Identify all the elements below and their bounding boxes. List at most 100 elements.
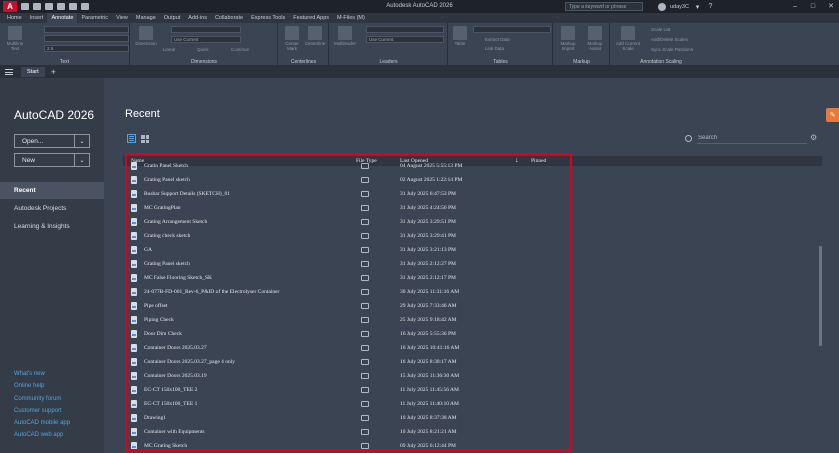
file-row[interactable]: MC Grating Sketch 09 July 2025 6:12:44 PM (123, 439, 822, 453)
ribbon-tab-featured-apps[interactable]: Featured Apps (289, 13, 333, 23)
text-height-select[interactable]: 2.5 (44, 45, 129, 52)
file-row[interactable]: GA 31 July 2025 3:21:13 PM (123, 243, 822, 257)
ribbon-tab-parametric[interactable]: Parametric (77, 13, 112, 23)
file-name[interactable]: Grating Arrangement Sketch (144, 215, 207, 229)
ribbon-tab-m-files-m[interactable]: M-Files (M) (333, 13, 369, 23)
new-tab-plus-icon[interactable]: + (51, 67, 56, 77)
community-forum-link[interactable]: Community forum (14, 393, 70, 405)
continue-button[interactable]: Continue (231, 47, 249, 52)
ribbon-tab-annotate[interactable]: Annotate (47, 13, 78, 23)
leaders-panel-label[interactable]: Leaders (330, 59, 447, 65)
file-row[interactable]: Pipe offset 29 July 2025 7:33:46 AM (123, 299, 822, 313)
file-name[interactable]: Door Dim Check (144, 327, 182, 341)
file-row[interactable]: Door Dim Check 16 July 2025 5:55:36 PM (123, 327, 822, 341)
maximize-icon[interactable]: □ (808, 1, 818, 11)
recent-search-input[interactable] (697, 133, 807, 144)
linear-button[interactable]: Linear (163, 47, 176, 52)
file-row[interactable]: MC False Flooring Sketch_SK 31 July 2025 … (123, 271, 822, 285)
sidebar-item-learning-insights[interactable]: Learning & Insights (0, 218, 104, 235)
user-icon[interactable] (658, 2, 666, 11)
file-name[interactable]: Container with Equipments (144, 425, 205, 439)
file-row[interactable]: Container Doors 2025.03.19 15 July 2025 1… (123, 369, 822, 383)
file-row[interactable]: Grating Arrangement Sketch 31 July 2025 3… (123, 215, 822, 229)
file-name[interactable]: MC GratingPlan (144, 201, 181, 215)
ribbon-tab-insert[interactable]: Insert (26, 13, 48, 23)
file-name[interactable]: Grating Panel sketch (144, 257, 190, 271)
hamburger-menu-icon[interactable] (3, 67, 15, 77)
dimension-button[interactable]: Dimension (133, 26, 159, 46)
multiline-text-button[interactable]: Multiline Text (4, 26, 26, 51)
annotation-scaling-panel-label[interactable]: Annotation Scaling (611, 59, 711, 65)
file-name[interactable]: Pipe offset (144, 299, 168, 313)
ribbon-tab-express-tools[interactable]: Express Tools (247, 13, 289, 23)
mleader-layer-select[interactable]: Use Current (366, 36, 444, 43)
new-button[interactable]: New (15, 154, 74, 166)
scrollbar-thumb[interactable] (819, 246, 822, 346)
file-row[interactable]: Grating Panel sketch 02 August 2025 1:22:… (123, 173, 822, 187)
list-view-icon[interactable] (127, 134, 136, 143)
file-row[interactable]: Grating Panel sketch 31 July 2025 2:12:27… (123, 257, 822, 271)
file-row[interactable]: 24-077B-FD-001_Rev-6_P&ID of the Electro… (123, 285, 822, 299)
centerlines-panel-label[interactable]: Centerlines (279, 59, 328, 65)
user-name[interactable]: uday3C (670, 4, 689, 10)
file-name[interactable]: Drawing1 (144, 411, 166, 425)
file-row[interactable]: Busbar Support Details (SKETCH)_01 31 Jul… (123, 187, 822, 201)
file-name[interactable]: Piping Check (144, 313, 174, 327)
save-as-icon[interactable] (57, 3, 65, 10)
cart-icon[interactable]: ▾ (693, 2, 702, 11)
extract-data-button[interactable]: Extract Data (485, 37, 510, 42)
ribbon-tab-output[interactable]: Output (160, 13, 185, 23)
ribbon-tab-home[interactable]: Home (3, 13, 26, 23)
sidebar-item-autodesk-projects[interactable]: Autodesk Projects (0, 200, 104, 217)
dim-layer-select[interactable]: Use Current (171, 36, 241, 43)
minimize-icon[interactable]: – (790, 1, 800, 11)
tab-start[interactable]: Start (21, 67, 45, 77)
quick-button[interactable]: Quick (197, 47, 209, 52)
file-row[interactable]: Container Doors 2025.03.27 16 July 2025 1… (123, 341, 822, 355)
table-button[interactable]: Table (451, 26, 469, 46)
file-row[interactable]: Gratin Panel Sketch 04 August 2025 5:55:1… (123, 159, 822, 173)
multileader-button[interactable]: Multileader (333, 26, 357, 46)
text-style-select[interactable] (44, 26, 129, 33)
file-name[interactable]: 24-077B-FD-001_Rev-6_P&ID of the Electro… (144, 285, 279, 299)
markup-panel-label[interactable]: Markup (554, 59, 609, 65)
mleader-style-select[interactable] (366, 26, 444, 33)
file-row[interactable]: Drawing1 10 July 2025 8:37:38 AM (123, 411, 822, 425)
file-name[interactable]: Container Doors 2025.03.27 (144, 341, 207, 355)
add-delete-scales-button[interactable]: Add/Delete Scales (651, 37, 688, 42)
tables-panel-label[interactable]: Tables (449, 59, 552, 65)
text-font-select[interactable] (44, 35, 129, 42)
print-icon[interactable] (69, 3, 77, 10)
ribbon-tab-collaborate[interactable]: Collaborate (211, 13, 247, 23)
new-file-icon[interactable] (21, 3, 29, 10)
centerline-button[interactable]: Centerline (304, 26, 326, 46)
help-icon[interactable]: ? (706, 2, 715, 11)
open-chevron-down-icon[interactable]: ⌄ (74, 135, 89, 147)
file-row[interactable]: Container Doors 2025.03.27_page 4 only 16… (123, 355, 822, 369)
file-name[interactable]: Grating check sketch (144, 229, 190, 243)
side-panel-toggle-icon[interactable]: ✎ (826, 108, 839, 122)
save-icon[interactable] (45, 3, 53, 10)
table-style-select[interactable] (473, 26, 551, 33)
mobile-app-link[interactable]: AutoCAD mobile app (14, 417, 70, 429)
file-name[interactable]: Gratin Panel Sketch (144, 159, 188, 173)
file-name[interactable]: MC Grating Sketch (144, 439, 187, 453)
dim-style-select[interactable] (171, 26, 241, 33)
center-mark-button[interactable]: Center Mark (282, 26, 302, 51)
file-row[interactable]: Container with Equipments 10 July 2025 8:… (123, 425, 822, 439)
autocad-logo-icon[interactable]: A (3, 1, 17, 12)
file-name[interactable]: Busbar Support Details (SKETCH)_01 (144, 187, 230, 201)
web-app-link[interactable]: AutoCAD web app (14, 429, 70, 441)
ribbon-tab-view[interactable]: View (112, 13, 132, 23)
new-chevron-down-icon[interactable]: ⌄ (74, 154, 89, 166)
file-row[interactable]: Grating check sketch 31 July 2025 3:29:41… (123, 229, 822, 243)
link-data-button[interactable]: Link Data (485, 46, 504, 51)
sync-scale-positions-button[interactable]: Sync Scale Positions (651, 47, 693, 52)
markup-import-button[interactable]: Markup Import (556, 26, 580, 51)
file-name[interactable]: EC-CT 150x100_TEE 1 (144, 397, 197, 411)
file-name[interactable]: MC False Flooring Sketch_SK (144, 271, 212, 285)
scale-list-button[interactable]: Scale List (651, 27, 671, 32)
file-row[interactable]: Piping Check 25 July 2025 9:18:42 AM (123, 313, 822, 327)
ribbon-tab-add-ins[interactable]: Add-ins (184, 13, 211, 23)
file-name[interactable]: Container Doors 2025.03.27_page 4 only (144, 355, 235, 369)
